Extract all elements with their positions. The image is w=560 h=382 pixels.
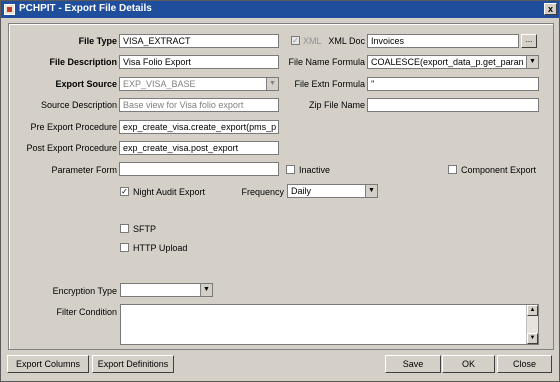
- sftp-checkbox-label: SFTP: [133, 224, 157, 234]
- file-name-formula-dropdown-icon[interactable]: ▼: [526, 56, 538, 68]
- inactive-checkbox-label: Inactive: [299, 165, 331, 175]
- export-source-value: EXP_VISA_BASE: [123, 79, 196, 89]
- close-button[interactable]: Close: [497, 355, 552, 373]
- filter-condition-textarea[interactable]: ▲ ▼: [120, 304, 539, 345]
- zip-file-name-label: Zip File Name: [308, 100, 365, 110]
- ok-button[interactable]: OK: [442, 355, 495, 373]
- file-name-formula-label: File Name Formula: [288, 57, 365, 67]
- pre-export-procedure-field[interactable]: exp_create_visa.create_export(pms_p: [119, 120, 279, 134]
- zip-file-name-field[interactable]: [367, 98, 539, 112]
- sftp-checkbox[interactable]: [120, 224, 129, 233]
- frequency-value: Daily: [291, 186, 312, 196]
- night-audit-export-checkbox-label: Night Audit Export: [133, 187, 206, 197]
- file-description-label: File Description: [49, 57, 117, 67]
- xml-checkbox-label: XML: [303, 36, 322, 46]
- export-columns-button[interactable]: Export Columns: [7, 355, 89, 373]
- source-description-label: Source Description: [40, 100, 117, 110]
- parameter-form-label: Parameter Form: [51, 165, 117, 175]
- source-description-field[interactable]: Base view for Visa folio export: [119, 98, 279, 112]
- export-definitions-button[interactable]: Export Definitions: [92, 355, 174, 373]
- post-export-procedure-field[interactable]: exp_create_visa.post_export: [119, 141, 279, 155]
- export-file-details-window: PCHPIT - Export File Details x File Type…: [0, 0, 560, 382]
- component-export-checkbox[interactable]: [448, 165, 457, 174]
- filter-condition-scrollbar[interactable]: ▲ ▼: [526, 305, 538, 344]
- frequency-dropdown-icon[interactable]: ▼: [365, 185, 377, 197]
- xml-doc-browse-button[interactable]: ...: [521, 34, 537, 48]
- encryption-type-label: Encryption Type: [52, 286, 117, 296]
- file-name-formula-field[interactable]: COALESCE(export_data_p.get_paran ▼: [367, 55, 539, 69]
- file-name-formula-value: COALESCE(export_data_p.get_paran: [371, 57, 524, 67]
- filter-condition-label: Filter Condition: [56, 307, 117, 317]
- export-source-dropdown[interactable]: EXP_VISA_BASE ▼: [119, 77, 279, 91]
- file-extn-formula-field[interactable]: '': [367, 77, 539, 91]
- file-description-field[interactable]: Visa Folio Export: [119, 55, 279, 69]
- file-type-label: File Type: [78, 36, 117, 46]
- inactive-checkbox[interactable]: [286, 165, 295, 174]
- frequency-dropdown[interactable]: Daily ▼: [287, 184, 378, 198]
- xml-doc-label: XML Doc: [328, 36, 365, 46]
- xml-checkbox[interactable]: ✓: [291, 36, 300, 45]
- window-title: PCHPIT - Export File Details: [19, 3, 152, 14]
- scroll-up-icon[interactable]: ▲: [527, 305, 538, 316]
- night-audit-export-checkbox[interactable]: ✓: [120, 187, 129, 196]
- component-export-checkbox-label: Component Export: [461, 165, 537, 175]
- title-bar: PCHPIT - Export File Details x: [1, 1, 559, 18]
- xml-doc-field[interactable]: Invoices: [367, 34, 519, 48]
- frequency-label: Frequency: [241, 187, 284, 197]
- export-source-label: Export Source: [55, 79, 117, 89]
- encryption-type-dropdown[interactable]: ▼: [120, 283, 213, 297]
- file-extn-formula-label: File Extn Formula: [294, 79, 365, 89]
- pre-export-procedure-label: Pre Export Procedure: [30, 122, 117, 132]
- post-export-procedure-label: Post Export Procedure: [26, 143, 117, 153]
- scroll-down-icon[interactable]: ▼: [527, 333, 538, 344]
- parameter-form-field[interactable]: [119, 162, 279, 176]
- http-upload-checkbox[interactable]: [120, 243, 129, 252]
- http-upload-checkbox-label: HTTP Upload: [133, 243, 188, 253]
- save-button[interactable]: Save: [385, 355, 441, 373]
- file-type-field[interactable]: VISA_EXTRACT: [119, 34, 279, 48]
- encryption-type-dropdown-icon[interactable]: ▼: [200, 284, 212, 296]
- window-close-button[interactable]: x: [544, 3, 557, 15]
- app-icon: [4, 4, 15, 15]
